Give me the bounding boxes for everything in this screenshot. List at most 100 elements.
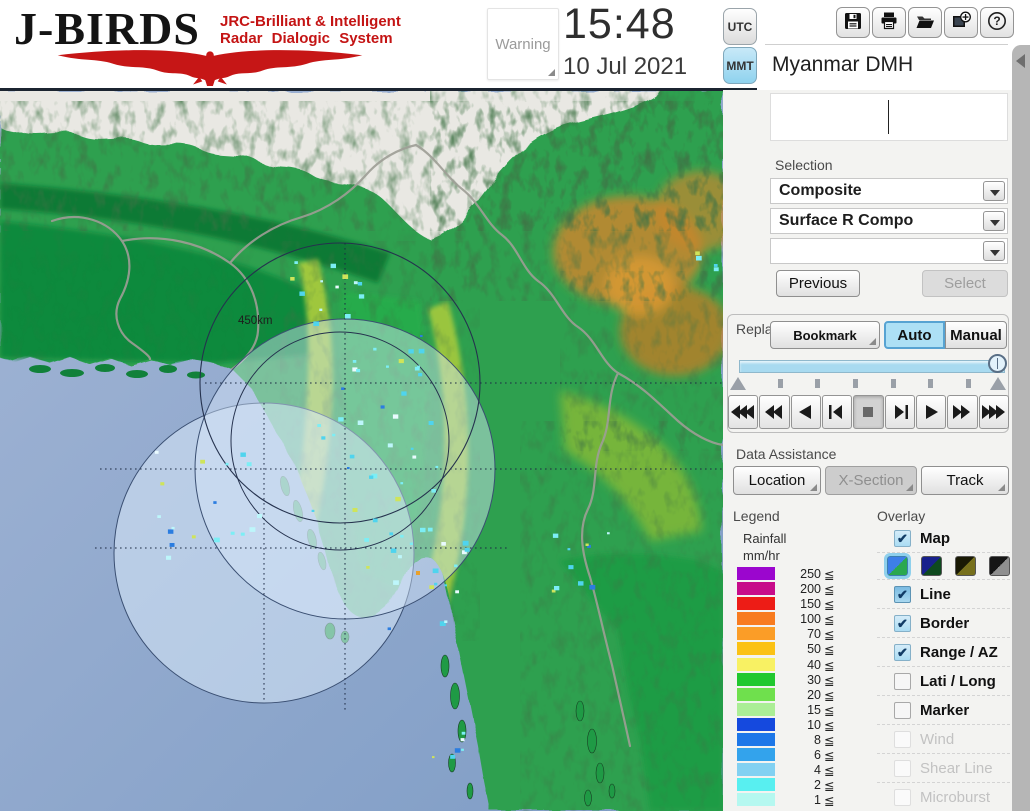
- selection-list-box[interactable]: [770, 93, 1008, 141]
- utc-toggle-button[interactable]: UTC: [723, 8, 757, 45]
- help-icon: ?: [987, 11, 1007, 34]
- chevron-down-icon[interactable]: [983, 241, 1005, 261]
- bookmark-button[interactable]: Bookmark: [770, 321, 880, 349]
- timeline-tick: [966, 379, 971, 388]
- rewind-2-button[interactable]: [759, 395, 790, 429]
- checkbox[interactable]: ✔: [894, 529, 911, 547]
- rainfall-legend: Rainfall mm/hr 250 ≦ 200 ≦ 150 ≦ 100 ≦ 70 ≦ 50 ≦ 40 ≦…: [733, 530, 841, 811]
- play-button[interactable]: [915, 395, 947, 429]
- fast-forward-3-button[interactable]: [978, 395, 1009, 429]
- legend-suffix: ≦: [824, 583, 835, 598]
- timeline-end-marker: [990, 377, 1006, 390]
- checkbox[interactable]: ✔: [894, 585, 911, 603]
- open-folder-icon: [915, 11, 935, 34]
- overlay-section-label: Overlay: [877, 508, 926, 524]
- svg-text:?: ?: [993, 14, 1000, 28]
- legend-suffix: ≦: [824, 673, 835, 688]
- legend-suffix: ≦: [824, 779, 835, 794]
- help-button[interactable]: ?: [980, 7, 1014, 38]
- legend-value: 2: [814, 778, 821, 793]
- legend-color-swatch: [737, 733, 775, 747]
- overlay-row-wind: Wind: [877, 725, 1010, 754]
- save-button[interactable]: [836, 7, 870, 38]
- legend-color-swatch: [737, 748, 775, 762]
- warning-button[interactable]: Warning: [487, 8, 559, 80]
- auto-mode-button[interactable]: Auto: [884, 321, 945, 349]
- checkbox[interactable]: [894, 672, 911, 690]
- step-forward-button[interactable]: [884, 395, 915, 429]
- overlay-options: ✔ Map ✔ Line ✔ Border ✔ Range / AZ Lati / Long Ma…: [877, 524, 1010, 811]
- radar-map-canvas[interactable]: 450km: [0, 91, 723, 811]
- checkbox[interactable]: [894, 701, 911, 719]
- legend-item: 200 ≦: [733, 581, 841, 598]
- timeline-tick: [815, 379, 820, 388]
- range-ring-label: 450km: [238, 315, 273, 327]
- legend-suffix: ≦: [824, 658, 835, 673]
- chevron-down-icon[interactable]: [983, 181, 1005, 201]
- overlay-row-line: ✔ Line: [877, 580, 1010, 609]
- chevron-down-icon[interactable]: [983, 211, 1005, 231]
- dropdown-category[interactable]: Composite: [770, 178, 1008, 204]
- overlay-row-marker: Marker: [877, 696, 1010, 725]
- legend-value: 6: [814, 748, 821, 763]
- overlay-label: Line: [920, 585, 951, 603]
- legend-suffix: ≦: [824, 613, 835, 628]
- fast-forward-2-button[interactable]: [947, 395, 978, 429]
- stop-button[interactable]: [853, 395, 884, 429]
- checkbox[interactable]: ✔: [894, 614, 911, 632]
- clock-date: 10 Jul 2021: [563, 53, 688, 80]
- legend-title: Rainfall mm/hr: [743, 530, 786, 564]
- overlay-label: Marker: [920, 701, 970, 719]
- legend-value: 10: [807, 717, 821, 732]
- rewind-3-button[interactable]: [728, 395, 759, 429]
- checkbox[interactable]: ✔: [894, 643, 911, 661]
- legend-item: 4 ≦: [733, 762, 841, 778]
- overlay-label: Shear Line: [920, 759, 993, 777]
- legend-item: 2 ≦: [733, 777, 841, 794]
- x-section-button[interactable]: X-Section: [825, 466, 917, 495]
- map-style-swatch-3[interactable]: [955, 556, 976, 576]
- print-button[interactable]: [872, 7, 906, 38]
- legend-item: 15 ≦: [733, 702, 841, 718]
- replay-slider-handle[interactable]: [988, 354, 1007, 373]
- legend-color-swatch: [737, 642, 775, 656]
- track-button[interactable]: Track: [921, 466, 1009, 495]
- toolbar: ?: [836, 7, 1014, 38]
- panel-collapse-arrow-icon[interactable]: [1016, 54, 1025, 68]
- add-image-icon: [951, 11, 971, 34]
- legend-value: 30: [807, 672, 821, 687]
- add-image-button[interactable]: [944, 7, 978, 38]
- open-folder-button[interactable]: [908, 7, 942, 38]
- legend-item: 70 ≦: [733, 626, 841, 642]
- map-style-swatch-4[interactable]: [989, 556, 1010, 576]
- legend-item: 1 ≦: [733, 792, 841, 809]
- replay-timeline-slider[interactable]: [739, 360, 1005, 373]
- dropdown-product[interactable]: Surface R Compo: [770, 208, 1008, 234]
- dropdown-option[interactable]: [770, 238, 1008, 264]
- select-button[interactable]: Select: [922, 270, 1008, 297]
- rewind-2-icon: [765, 405, 783, 419]
- legend-item: 50 ≦: [733, 641, 841, 657]
- legend-suffix: ≦: [824, 794, 835, 809]
- legend-color-swatch: [737, 778, 775, 792]
- legend-value: 1: [814, 793, 821, 808]
- back-button[interactable]: [790, 395, 821, 429]
- previous-button[interactable]: Previous: [776, 270, 860, 297]
- legend-suffix: ≦: [824, 734, 835, 749]
- map-style-swatch-1[interactable]: [884, 553, 911, 579]
- location-button[interactable]: Location: [733, 466, 821, 495]
- clock-time: 15:48: [563, 0, 676, 48]
- legend-item: 10 ≦: [733, 717, 841, 733]
- step-back-button[interactable]: [821, 395, 853, 429]
- overlay-row-map: ✔ Map: [877, 524, 1010, 553]
- panel-collapse-strip[interactable]: [1012, 45, 1030, 811]
- legend-value: 150: [800, 597, 821, 612]
- selection-section-label: Selection: [775, 157, 833, 173]
- legend-item: 6 ≦: [733, 747, 841, 763]
- legend-title-line2: mm/hr: [743, 548, 780, 563]
- manual-mode-button[interactable]: Manual: [945, 321, 1007, 349]
- dropdown-product-value: Surface R Compo: [779, 212, 914, 229]
- legend-value: 70: [807, 627, 821, 642]
- map-style-swatch-2[interactable]: [921, 556, 942, 576]
- mmt-toggle-button[interactable]: MMT: [723, 47, 757, 84]
